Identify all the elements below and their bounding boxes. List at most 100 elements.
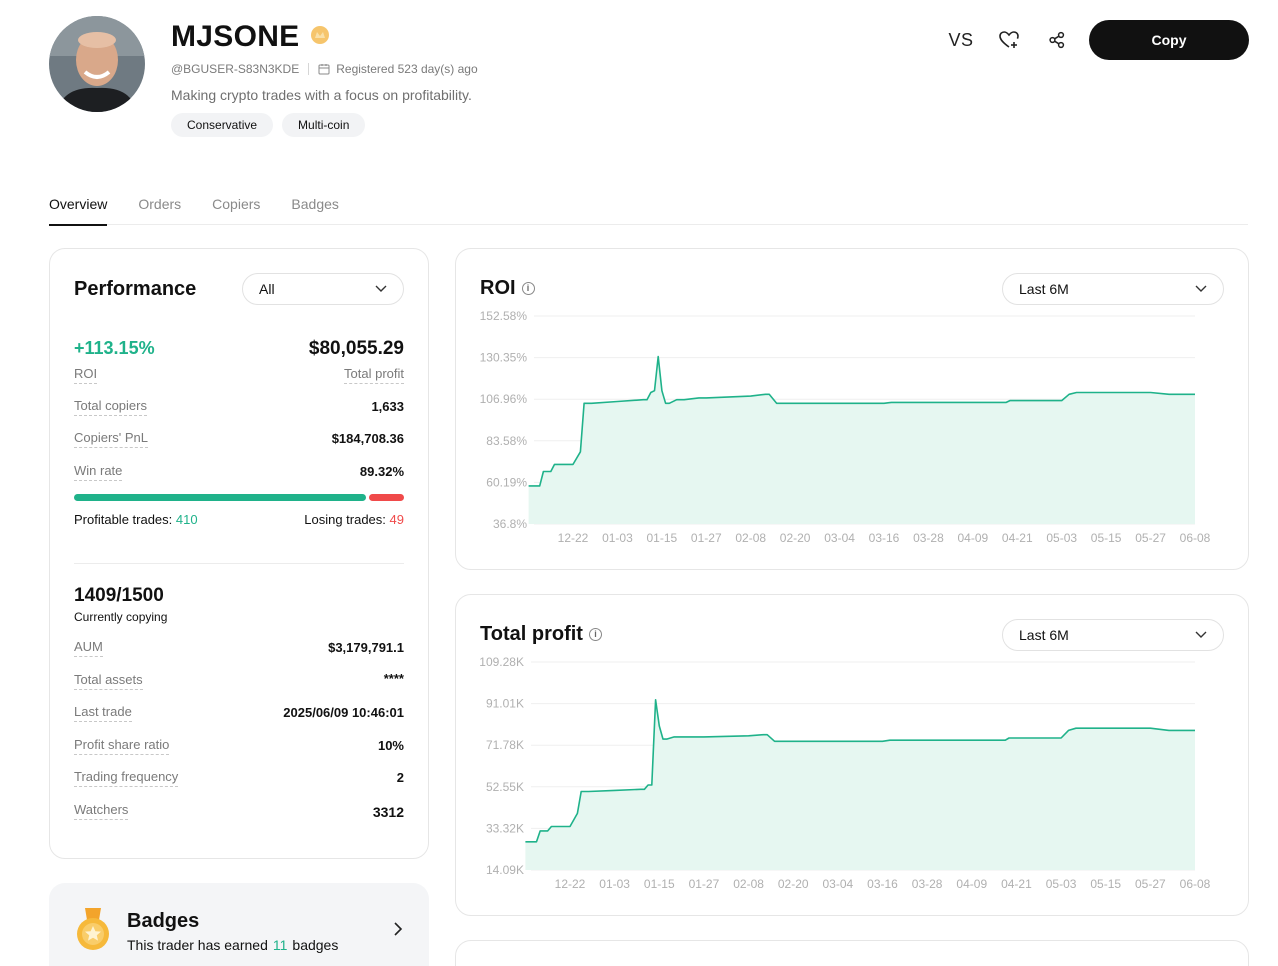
x-tick-label: 03-16 bbox=[867, 877, 898, 891]
roi-label[interactable]: ROI bbox=[74, 366, 98, 384]
last-trade-label[interactable]: Last trade bbox=[74, 704, 132, 722]
performance-divider bbox=[74, 563, 404, 564]
currently-copying-value: 1409/1500 bbox=[74, 585, 164, 606]
x-tick-label: 12-22 bbox=[555, 877, 586, 891]
tag-conservative: Conservative bbox=[171, 113, 274, 137]
user-id: @BGUSER-S83N3KDE bbox=[171, 62, 300, 76]
total-profit-chart[interactable]: 109.28K 91.01K 71.78K 52.55K 33.32K 14.09K 12-… bbox=[456, 595, 1250, 917]
y-tick-label: 52.55K bbox=[486, 780, 524, 794]
y-tick-label: 60.19% bbox=[486, 475, 527, 489]
losing-trades-label: Losing trades: bbox=[304, 512, 386, 527]
x-tick-label: 05-27 bbox=[1135, 877, 1166, 891]
y-tick-label: 83.58% bbox=[486, 434, 527, 448]
x-tick-label: 03-28 bbox=[913, 531, 944, 545]
series-area bbox=[525, 699, 1195, 870]
trading-frequency-label[interactable]: Trading frequency bbox=[74, 769, 179, 787]
total-copiers-value: 1,633 bbox=[371, 399, 404, 414]
currently-copying-label: Currently copying bbox=[74, 610, 168, 624]
trader-level-icon bbox=[310, 25, 330, 50]
next-card bbox=[455, 940, 1249, 966]
profit-share-value: 10% bbox=[377, 738, 404, 753]
y-tick-label: 109.28K bbox=[479, 655, 524, 669]
x-tick-label: 02-08 bbox=[733, 877, 764, 891]
badges-count: 11 bbox=[272, 937, 288, 953]
tab-orders[interactable]: Orders bbox=[138, 196, 181, 225]
x-tick-label: 04-09 bbox=[958, 531, 989, 545]
performance-filter-select[interactable]: All bbox=[242, 273, 404, 305]
share-icon bbox=[1048, 31, 1066, 49]
x-tick-label: 04-21 bbox=[1002, 531, 1033, 545]
share-button[interactable] bbox=[1033, 16, 1081, 64]
badges-summary-prefix: This trader has earned bbox=[127, 937, 268, 953]
calendar-icon bbox=[318, 63, 330, 75]
aum-label[interactable]: AUM bbox=[74, 639, 103, 657]
watch-button[interactable] bbox=[985, 16, 1033, 64]
x-tick-label: 01-15 bbox=[647, 531, 678, 545]
medal-icon bbox=[75, 908, 111, 952]
trading-frequency-value: 2 bbox=[396, 770, 404, 785]
trader-bio: Making crypto trades with a focus on pro… bbox=[171, 87, 472, 103]
y-tick-label: 91.01K bbox=[486, 697, 524, 711]
y-tick-label: 152.58% bbox=[480, 309, 528, 323]
badges-card[interactable]: Badges This trader has earned 11 badges bbox=[49, 883, 429, 966]
x-tick-label: 05-03 bbox=[1046, 531, 1077, 545]
tab-copiers[interactable]: Copiers bbox=[212, 196, 260, 225]
total-assets-label[interactable]: Total assets bbox=[74, 672, 143, 690]
tab-bar: Overview Orders Copiers Badges bbox=[49, 196, 1248, 226]
trader-name: MJSONE bbox=[171, 20, 300, 53]
tab-badges[interactable]: Badges bbox=[291, 196, 338, 225]
x-tick-label: 03-16 bbox=[869, 531, 900, 545]
x-tick-label: 01-27 bbox=[689, 877, 720, 891]
x-tick-label: 01-27 bbox=[691, 531, 722, 545]
x-tick-label: 06-08 bbox=[1180, 531, 1211, 545]
x-tick-label: 01-15 bbox=[644, 877, 675, 891]
x-tick-label: 02-20 bbox=[778, 877, 809, 891]
win-rate-bar bbox=[74, 494, 404, 501]
x-tick-label: 12-22 bbox=[558, 531, 589, 545]
x-tick-label: 05-15 bbox=[1091, 531, 1122, 545]
badges-summary: This trader has earned 11 badges bbox=[127, 937, 338, 953]
x-tick-label: 04-21 bbox=[1001, 877, 1032, 891]
x-tick-label: 03-04 bbox=[823, 877, 854, 891]
y-tick-label: 106.96% bbox=[480, 392, 528, 406]
x-tick-label: 05-03 bbox=[1046, 877, 1077, 891]
last-trade-value: 2025/06/09 10:46:01 bbox=[283, 705, 404, 720]
copiers-pnl-label[interactable]: Copiers' PnL bbox=[74, 430, 149, 448]
tab-overview[interactable]: Overview bbox=[49, 196, 108, 226]
aum-value: $3,179,791.1 bbox=[328, 640, 404, 655]
total-profit-value: $80,055.29 bbox=[308, 338, 404, 359]
chevron-down-icon bbox=[375, 285, 387, 293]
meta-divider bbox=[308, 63, 310, 75]
badges-summary-suffix: badges bbox=[292, 937, 339, 953]
total-profit-label[interactable]: Total profit bbox=[344, 366, 404, 384]
watchers-value: 3312 bbox=[372, 804, 404, 820]
losing-trades-value: 49 bbox=[389, 512, 404, 527]
x-tick-label: 06-08 bbox=[1180, 877, 1211, 891]
heart-plus-icon bbox=[998, 30, 1020, 50]
compare-button[interactable]: VS bbox=[937, 16, 985, 64]
x-tick-label: 01-03 bbox=[599, 877, 630, 891]
x-tick-label: 03-28 bbox=[912, 877, 943, 891]
x-tick-label: 01-03 bbox=[602, 531, 633, 545]
copiers-pnl-value: $184,708.36 bbox=[331, 431, 404, 446]
registered-text: Registered 523 day(s) ago bbox=[336, 62, 478, 76]
vs-label: VS bbox=[948, 29, 974, 50]
roi-value: +113.15% bbox=[74, 338, 155, 358]
total-profit-chart-card: Total profit i Last 6M 109.28K 91.01K 71.78… bbox=[455, 594, 1249, 916]
win-rate-profitable-segment bbox=[74, 494, 366, 501]
losing-trades: Losing trades: 49 bbox=[304, 512, 404, 527]
x-tick-label: 02-20 bbox=[780, 531, 811, 545]
total-assets-value: **** bbox=[383, 671, 404, 686]
roi-chart[interactable]: 152.58% 130.35% 106.96% 83.58% 60.19% 36.8% 12… bbox=[456, 249, 1250, 571]
profit-share-label[interactable]: Profit share ratio bbox=[74, 737, 170, 755]
total-copiers-label[interactable]: Total copiers bbox=[74, 398, 147, 416]
copy-button[interactable]: Copy bbox=[1089, 20, 1249, 60]
y-tick-label: 71.78K bbox=[486, 738, 524, 752]
chevron-right-icon bbox=[393, 921, 403, 942]
performance-card: Performance All +113.15% $80,055.29 ROI … bbox=[49, 248, 429, 859]
series-area bbox=[528, 356, 1195, 524]
watchers-label: Watchers bbox=[74, 802, 129, 820]
win-rate-label[interactable]: Win rate bbox=[74, 463, 123, 481]
badges-title: Badges bbox=[127, 910, 200, 932]
profitable-trades-label: Profitable trades: bbox=[74, 512, 173, 527]
